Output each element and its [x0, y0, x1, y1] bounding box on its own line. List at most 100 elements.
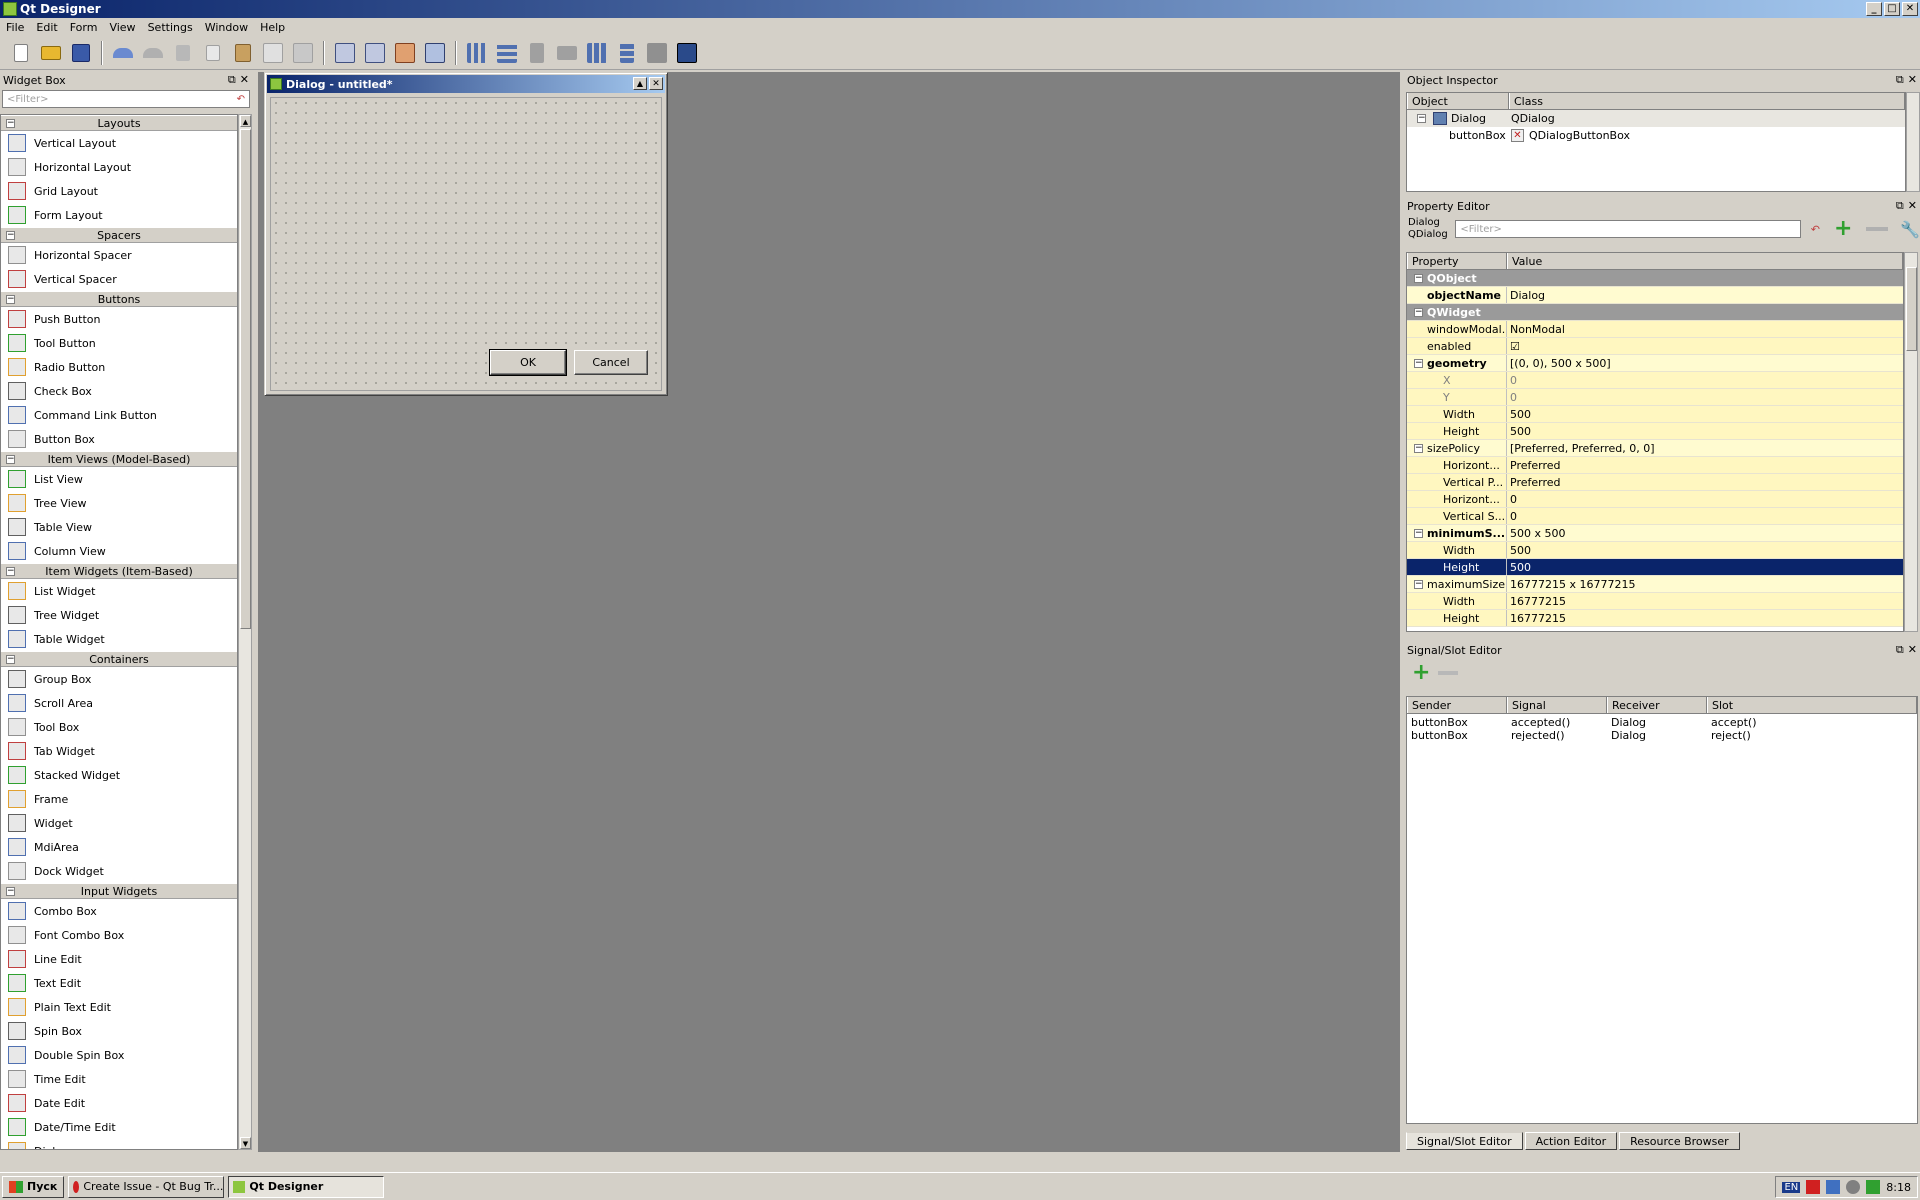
close-icon[interactable]: ✕ [1908, 73, 1917, 87]
widget-box-scrollbar[interactable]: ▲ ▼ [238, 114, 252, 1150]
widget-item[interactable]: Table Widget [1, 627, 237, 651]
scroll-up-icon[interactable]: ▲ [240, 115, 251, 127]
widget-item[interactable]: Push Button [1, 307, 237, 331]
property-value[interactable]: 16777215 [1510, 612, 1566, 625]
widget-item[interactable]: Dock Widget [1, 859, 237, 883]
horizontal-splitter-button[interactable] [524, 40, 550, 66]
property-value[interactable]: Dialog [1510, 289, 1545, 302]
collapse-icon[interactable]: − [1414, 308, 1423, 317]
float-icon[interactable]: ⧉ [228, 73, 236, 87]
category-header[interactable]: − Item Widgets (Item-Based) [1, 563, 237, 579]
open-form-button[interactable] [38, 40, 64, 66]
clear-filter-icon[interactable]: ↶ [237, 94, 245, 105]
widget-item[interactable]: MdiArea [1, 835, 237, 859]
dialog-maximize-button[interactable]: ▲ [633, 77, 647, 90]
property-row[interactable]: enabled ☑ [1407, 338, 1903, 355]
connection-row[interactable]: buttonBox rejected() Dialog reject() [1407, 729, 1917, 742]
widget-item[interactable]: Combo Box [1, 899, 237, 923]
property-row[interactable]: Horizont... Preferred [1407, 457, 1903, 474]
cut-button[interactable] [170, 40, 196, 66]
maximize-button[interactable]: □ [1884, 2, 1900, 16]
collapse-icon[interactable]: − [1414, 444, 1423, 453]
property-row[interactable]: Height 16777215 [1407, 610, 1903, 627]
network-icon[interactable] [1826, 1180, 1841, 1194]
lay-out-horizontally-button[interactable] [464, 40, 490, 66]
property-filter-input[interactable]: <Filter> [1455, 220, 1801, 238]
collapse-icon[interactable]: − [6, 567, 15, 576]
start-button[interactable]: Пуск [2, 1175, 65, 1198]
property-row[interactable]: Vertical P... Preferred [1407, 474, 1903, 491]
float-icon[interactable]: ⧉ [1896, 199, 1904, 213]
dialog-title-bar[interactable]: Dialog - untitled* ▲ ✕ [267, 75, 665, 93]
redo-button[interactable] [140, 40, 166, 66]
widget-item[interactable]: Spin Box [1, 1019, 237, 1043]
add-dynamic-property-icon[interactable]: + [1834, 218, 1852, 240]
widget-item[interactable]: Grid Layout [1, 179, 237, 203]
widget-item[interactable]: Dial [1, 1139, 237, 1149]
form-layout-button[interactable] [614, 40, 640, 66]
edit-signals-button[interactable] [362, 40, 388, 66]
property-value[interactable]: NonModal [1510, 323, 1565, 336]
property-value[interactable]: 16777215 x 16777215 [1510, 578, 1635, 591]
widget-item[interactable]: Check Box [1, 379, 237, 403]
vertical-splitter-button[interactable] [554, 40, 580, 66]
property-value[interactable]: ☑ [1510, 340, 1520, 353]
widget-item[interactable]: List View [1, 467, 237, 491]
property-value[interactable]: 0 [1510, 391, 1517, 404]
edit-buddies-button[interactable] [392, 40, 418, 66]
collapse-icon[interactable]: − [6, 887, 15, 896]
menu-file[interactable]: File [0, 21, 30, 34]
scroll-down-icon[interactable]: ▼ [240, 1137, 251, 1149]
widget-item[interactable]: Frame [1, 787, 237, 811]
column-header-object[interactable]: Object [1407, 93, 1509, 109]
save-form-button[interactable] [68, 40, 94, 66]
collapse-icon[interactable]: − [6, 295, 15, 304]
close-icon[interactable]: ✕ [1908, 643, 1917, 657]
column-header-sender[interactable]: Sender [1407, 697, 1507, 713]
float-icon[interactable]: ⧉ [1896, 73, 1904, 87]
adjust-size-button[interactable] [674, 40, 700, 66]
widget-item[interactable]: Stacked Widget [1, 763, 237, 787]
collapse-icon[interactable]: − [6, 231, 15, 240]
tree-row-buttonbox[interactable]: buttonBox ✕ QDialogButtonBox [1407, 127, 1905, 144]
undo-button[interactable] [110, 40, 136, 66]
property-value[interactable]: 500 [1510, 544, 1531, 557]
category-header[interactable]: − Item Views (Model-Based) [1, 451, 237, 467]
widget-item[interactable]: Table View [1, 515, 237, 539]
widget-item[interactable]: List Widget [1, 579, 237, 603]
widget-item[interactable]: Scroll Area [1, 691, 237, 715]
widget-item[interactable]: Vertical Spacer [1, 267, 237, 291]
widget-filter-input[interactable]: <Filter> ↶ [2, 90, 250, 108]
language-indicator[interactable]: EN [1782, 1181, 1801, 1193]
widget-item[interactable]: Command Link Button [1, 403, 237, 427]
category-header[interactable]: − Layouts [1, 115, 237, 131]
new-form-button[interactable] [8, 40, 34, 66]
form-canvas[interactable]: OK Cancel [270, 97, 662, 391]
category-header[interactable]: − Spacers [1, 227, 237, 243]
column-header-slot[interactable]: Slot [1707, 697, 1917, 713]
tab-action-editor[interactable]: Action Editor [1524, 1132, 1618, 1150]
property-row[interactable]: − sizePolicy [Preferred, Preferred, 0, 0] [1407, 440, 1903, 457]
volume-icon[interactable] [1846, 1180, 1861, 1194]
widget-item[interactable]: Time Edit [1, 1067, 237, 1091]
collapse-icon[interactable]: − [6, 119, 15, 128]
widget-item[interactable]: Line Edit [1, 947, 237, 971]
property-row[interactable]: windowModal... NonModal [1407, 321, 1903, 338]
edit-widgets-button[interactable] [332, 40, 358, 66]
property-row[interactable]: X0 [1407, 372, 1903, 389]
collapse-icon[interactable]: − [6, 455, 15, 464]
property-editor-scrollbar[interactable] [1904, 252, 1918, 632]
clear-filter-icon[interactable]: ↶ [1811, 223, 1820, 236]
collapse-icon[interactable]: − [1414, 580, 1423, 589]
scroll-thumb[interactable] [1906, 267, 1917, 351]
property-value[interactable]: 500 x 500 [1510, 527, 1566, 540]
property-row[interactable]: Width 500 [1407, 406, 1903, 423]
object-inspector-scrollbar[interactable] [1906, 92, 1920, 192]
widget-item[interactable]: Font Combo Box [1, 923, 237, 947]
connection-row[interactable]: buttonBox accepted() Dialog accept() [1407, 716, 1917, 729]
property-row[interactable]: − minimumS... 500 x 500 [1407, 525, 1903, 542]
close-icon[interactable]: ✕ [240, 73, 249, 87]
copy-button[interactable] [200, 40, 226, 66]
ok-button[interactable]: OK [489, 349, 567, 376]
tab-signal-slot-editor[interactable]: Signal/Slot Editor [1406, 1132, 1523, 1150]
